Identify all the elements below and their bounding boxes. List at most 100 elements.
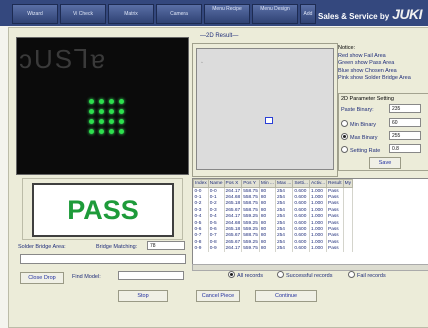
max-binary-label: Max Binary <box>350 134 378 141</box>
nav-camera[interactable]: Camera <box>156 4 202 24</box>
table-cell: 558.75 <box>241 187 260 195</box>
paste-binary-label: Paste Binary: <box>341 107 374 113</box>
juki-logo: JUKI <box>392 6 423 22</box>
table-cell: Pass <box>326 245 344 252</box>
notice-line-blue: Blue show Chosen Area <box>338 67 397 74</box>
brand-text: Sales & Service by <box>318 12 390 21</box>
nav-menu-recipe[interactable]: Menu Recipe <box>204 4 250 24</box>
nav-vi-check[interactable]: Vi Check <box>60 4 106 24</box>
fail-records-radio[interactable] <box>348 271 355 278</box>
solder-pad-dot <box>119 119 124 124</box>
all-records-radio[interactable] <box>228 271 235 278</box>
table-cell: 264.17 <box>224 187 243 195</box>
max-binary-option[interactable]: Max Binary <box>341 133 378 141</box>
chosen-area-marker[interactable] <box>265 117 273 124</box>
notice-title: Notice: <box>338 45 356 51</box>
successful-records-label: Successful records <box>286 272 333 279</box>
min-binary-radio[interactable] <box>341 120 348 127</box>
solder-pad-dot <box>99 109 104 114</box>
max-binary-input[interactable]: 255 <box>389 131 421 140</box>
table-column-header[interactable]: Name <box>207 179 225 188</box>
table-cell: 588.75 <box>241 232 260 240</box>
solder-pad-dot <box>109 129 114 134</box>
solder-pad-dot <box>89 129 94 134</box>
nav-add-parts[interactable]: Add Parts <box>300 4 316 24</box>
fail-records-option[interactable]: Fail records <box>348 271 386 279</box>
table-cell: 558.75 <box>241 194 260 201</box>
bridge-matching-input[interactable]: 78 <box>147 241 185 250</box>
table-cell: 264.68 <box>224 219 243 227</box>
table-column-header[interactable]: Pos X <box>223 179 243 188</box>
result-status: PASS <box>32 183 174 237</box>
solder-pad-dot <box>109 99 114 104</box>
nav-matrix[interactable]: Matrix <box>108 4 154 24</box>
results-table: Index Name Pos X Pos Y Min ... Max ... Setti..… <box>192 178 428 266</box>
solder-pad-dot <box>119 109 124 114</box>
table-cell <box>343 187 354 195</box>
nav-wizard[interactable]: Wizard <box>12 4 58 24</box>
table-cell: 1.000 <box>309 187 328 195</box>
table-cell: 559.25 <box>241 213 260 220</box>
min-binary-label: Min Binary <box>350 121 376 128</box>
min-binary-option[interactable]: Min Binary <box>341 120 376 128</box>
table-column-header[interactable]: Activ... <box>308 179 328 188</box>
solder-pad-dot <box>109 119 114 124</box>
table-row[interactable]: 0-0 0-0 264.17 558.75 80 254 0.600 1.000 Pass <box>193 187 354 195</box>
table-column-header[interactable]: Result <box>326 179 344 188</box>
table-column-header[interactable]: Index <box>193 179 209 188</box>
solder-bridge-area-field[interactable] <box>20 254 186 264</box>
cancel-piece-button[interactable]: Cancel Piece <box>196 290 240 302</box>
all-records-option[interactable]: All records <box>228 271 263 279</box>
camera-ghost-text: ɔUS⅂ɐ <box>19 44 108 74</box>
find-model-label: Find Model: <box>72 274 101 280</box>
paste-binary-input[interactable]: 235 <box>389 104 421 113</box>
table-column-header[interactable]: Setti... <box>292 179 310 188</box>
solder-pad-dot <box>99 119 104 124</box>
successful-records-option[interactable]: Successful records <box>277 271 333 279</box>
crosshair-icon: ◦ <box>201 60 203 66</box>
top-nav-bar: Wizard Vi Check Matrix Camera Menu Recip… <box>0 0 428 26</box>
table-cell: 559.25 <box>241 239 260 246</box>
nav-menu-design[interactable]: Menu Design <box>252 4 298 24</box>
setting-rate-radio[interactable] <box>341 146 348 153</box>
table-cell: 559.25 <box>241 219 260 227</box>
find-model-input[interactable] <box>118 271 184 280</box>
table-horizontal-scrollbar[interactable] <box>192 264 428 271</box>
setting-rate-input[interactable]: 0.8 <box>389 144 421 153</box>
solder-pad-dot <box>99 129 104 134</box>
table-column-header[interactable]: Max ... <box>274 179 294 188</box>
table-header-row: Index Name Pos X Pos Y Min ... Max ... Setti..… <box>193 179 354 188</box>
solder-bridge-area-label: Solder Bridge Area: <box>18 244 66 250</box>
max-binary-radio[interactable] <box>341 133 348 140</box>
close-drop-button[interactable]: Close Drop <box>20 272 64 284</box>
solder-pad-dot <box>109 109 114 114</box>
table-row[interactable]: 0-9 0-9 264.17 559.75 80 254 0.600 1.000 Pass <box>193 245 354 252</box>
setting-rate-option[interactable]: Setting Rate <box>341 146 380 154</box>
notice-line-red: Red show Fail Area <box>338 52 386 59</box>
table-cell: 80 <box>259 245 276 252</box>
table-cell: 558.75 <box>241 200 260 208</box>
table-cell: 265.67 <box>224 239 243 246</box>
table-cell: 264.17 <box>224 245 243 252</box>
solder-pad-dot <box>99 99 104 104</box>
table-cell: 254 <box>275 245 294 252</box>
result-2d-title-text: 2D Result <box>206 33 233 39</box>
bridge-matching-label: Bridge Matching: <box>96 244 138 250</box>
camera-view: ɔUS⅂ɐ <box>16 37 189 175</box>
save-button[interactable]: Save <box>369 157 401 169</box>
successful-records-radio[interactable] <box>277 271 284 278</box>
table-column-header[interactable]: Min ... <box>258 179 276 188</box>
parameter-panel: 2D Parameter Setting Paste Binary: 235 M… <box>338 93 428 171</box>
table-cell: 265.18 <box>224 226 243 233</box>
continue-button[interactable]: Continue <box>255 290 317 302</box>
table-cell: 559.75 <box>241 245 260 252</box>
table-column-header[interactable]: My <box>342 179 354 188</box>
stop-button[interactable]: Stop <box>118 290 168 302</box>
result-2d-title: —2D Result— <box>200 33 239 39</box>
table-cell: 0-0 <box>208 187 225 195</box>
table-cell: 559.25 <box>241 226 260 233</box>
solder-pad-dot <box>119 129 124 134</box>
min-binary-input[interactable]: 60 <box>389 118 421 127</box>
table-column-header[interactable]: Pos Y <box>241 179 260 188</box>
all-records-label: All records <box>237 272 263 279</box>
